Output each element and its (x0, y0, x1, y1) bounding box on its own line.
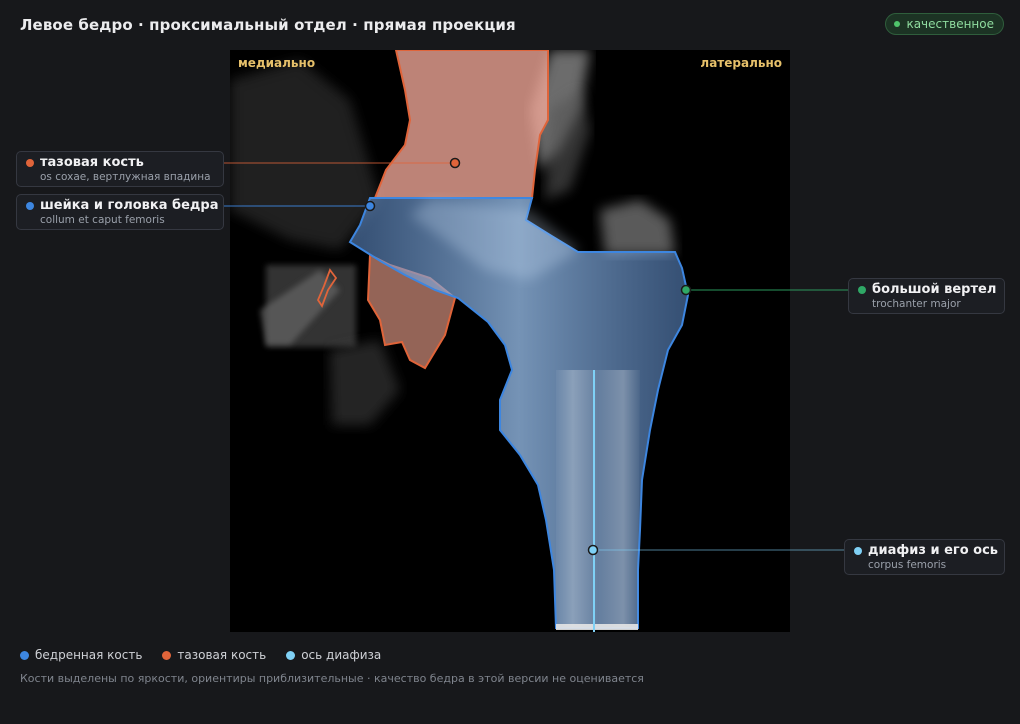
orientation-medial: медиально (238, 56, 316, 70)
callout-neck-name: шейка и головка бедра (40, 198, 219, 213)
legend-label-pelvis: тазовая кость (177, 648, 267, 662)
axis-swatch-icon (286, 650, 296, 660)
callout-shaft[interactable]: диафиз и его ось corpus femoris (844, 539, 1005, 575)
callout-neck-latin: collum et caput femoris (40, 214, 165, 226)
femur-swatch-icon (20, 650, 29, 660)
xray-image (230, 50, 790, 632)
status-dot-icon (894, 21, 901, 27)
callout-pelvis-name: тазовая кость (40, 155, 144, 170)
legend: бедренная кость тазовая кость ось диафиз… (20, 648, 381, 662)
neck-dot-icon (26, 201, 34, 210)
trochanter-dot-icon (858, 285, 866, 294)
callout-trochanter[interactable]: большой вертел trochanter major (848, 278, 1005, 314)
callout-trochanter-latin: trochanter major (872, 298, 961, 310)
callout-pelvis-latin: os coxae, вертлужная впадина (40, 171, 211, 183)
callout-shaft-latin: corpus femoris (868, 559, 947, 571)
legend-label-femur: бедренная кость (35, 648, 143, 662)
shaft-dot-icon (854, 546, 862, 555)
pelvis-swatch-icon (162, 650, 172, 660)
page-title: Левое бедро · проксимальный отдел · прям… (20, 16, 516, 34)
callout-pelvis[interactable]: тазовая кость os coxae, вертлужная впади… (16, 151, 224, 187)
callout-trochanter-name: большой вертел (872, 282, 997, 297)
legend-item-pelvis: тазовая кость (162, 648, 266, 662)
callout-shaft-name: диафиз и его ось (868, 543, 999, 558)
footnote: Кости выделены по яркости, ориентиры при… (20, 672, 644, 685)
legend-item-axis: ось диафиза (286, 648, 381, 662)
quality-badge-label: качественное (906, 17, 994, 31)
xray-viewer[interactable]: медиально латерально (230, 50, 790, 632)
legend-item-femur: бедренная кость (20, 648, 142, 662)
orientation-lateral: латерально (700, 56, 782, 70)
quality-badge: качественное (885, 13, 1004, 35)
pelvis-dot-icon (26, 158, 34, 167)
legend-label-axis: ось диафиза (301, 648, 382, 662)
callout-neck[interactable]: шейка и головка бедра collum et caput fe… (16, 194, 224, 230)
